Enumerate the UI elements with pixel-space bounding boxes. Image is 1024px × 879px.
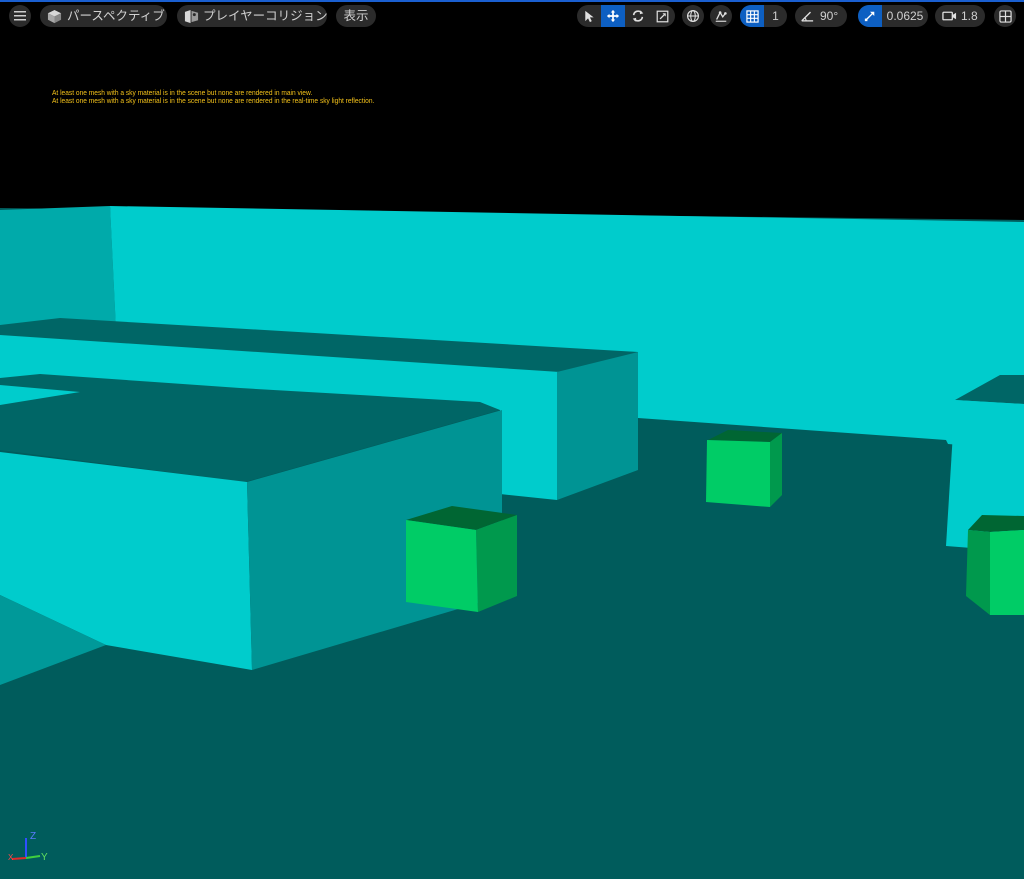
perspective-button[interactable]: パースペクティブ bbox=[40, 5, 167, 27]
coordinate-system-button[interactable] bbox=[682, 5, 704, 27]
rotate-icon bbox=[631, 9, 645, 23]
scale-mode-button[interactable] bbox=[650, 5, 675, 27]
globe-icon bbox=[686, 9, 700, 23]
green-cube-1-side bbox=[476, 515, 517, 612]
viewport-toolbar: パースペクティブ プレイヤーコリジョン 表示 1 90° 0.0625 1.8 bbox=[0, 5, 1024, 29]
grid-snap-value[interactable]: 1 bbox=[764, 5, 787, 27]
hamburger-icon bbox=[14, 11, 26, 21]
sky-material-warning-reflection: At least one mesh with a sky material is… bbox=[52, 96, 375, 105]
rotation-snap-group[interactable]: 90° bbox=[795, 5, 847, 27]
scale-snap-toggle[interactable] bbox=[858, 5, 882, 27]
scale-snap-value[interactable]: 0.0625 bbox=[882, 5, 928, 27]
select-mode-button[interactable] bbox=[577, 5, 601, 27]
level-viewport[interactable]: At least one mesh with a sky material is… bbox=[0, 0, 1024, 879]
perspective-label: パースペクティブ bbox=[67, 8, 165, 23]
green-cube-2-side bbox=[770, 433, 782, 507]
camera-speed-value: 1.8 bbox=[961, 9, 978, 23]
translate-mode-button[interactable] bbox=[601, 5, 625, 27]
scale-snap-group: 0.0625 bbox=[858, 5, 928, 27]
show-label: 表示 bbox=[343, 8, 369, 23]
grid-snap-toggle[interactable] bbox=[740, 5, 764, 27]
axis-z-label: Z bbox=[30, 831, 37, 842]
transform-tools-group bbox=[577, 5, 675, 27]
camera-icon bbox=[942, 10, 957, 22]
surface-snapping-button[interactable] bbox=[710, 5, 732, 27]
show-menu-button[interactable]: 表示 bbox=[336, 5, 376, 27]
player-collision-icon bbox=[184, 9, 199, 24]
grid-icon bbox=[745, 9, 759, 23]
viewport-menu-button[interactable] bbox=[9, 5, 31, 27]
scale-snap-icon bbox=[864, 10, 876, 22]
viewport-layout-button[interactable] bbox=[994, 5, 1016, 27]
rotation-snap-value: 90° bbox=[820, 9, 839, 23]
layout-grid-icon bbox=[998, 9, 1012, 23]
view-mode-label: プレイヤーコリジョン bbox=[203, 8, 328, 23]
scale-icon bbox=[656, 10, 669, 23]
scene-render[interactable] bbox=[0, 0, 1024, 879]
cube-icon bbox=[47, 9, 62, 24]
move-arrows-icon bbox=[606, 9, 620, 23]
green-cube-2-front bbox=[706, 440, 770, 507]
surface-snap-icon bbox=[714, 9, 728, 23]
cursor-arrow-icon bbox=[583, 10, 595, 23]
angle-icon bbox=[800, 10, 814, 23]
axis-x-label: X bbox=[8, 853, 14, 862]
rotate-mode-button[interactable] bbox=[625, 5, 650, 27]
back-wall-left-side bbox=[0, 206, 116, 335]
view-mode-button[interactable]: プレイヤーコリジョン bbox=[177, 5, 328, 27]
axis-y-label: Y bbox=[41, 852, 48, 863]
green-cube-1-front bbox=[406, 520, 478, 612]
grid-snap-group: 1 bbox=[740, 5, 787, 27]
camera-speed-button[interactable]: 1.8 bbox=[935, 5, 985, 27]
green-cube-3-front bbox=[990, 530, 1024, 615]
